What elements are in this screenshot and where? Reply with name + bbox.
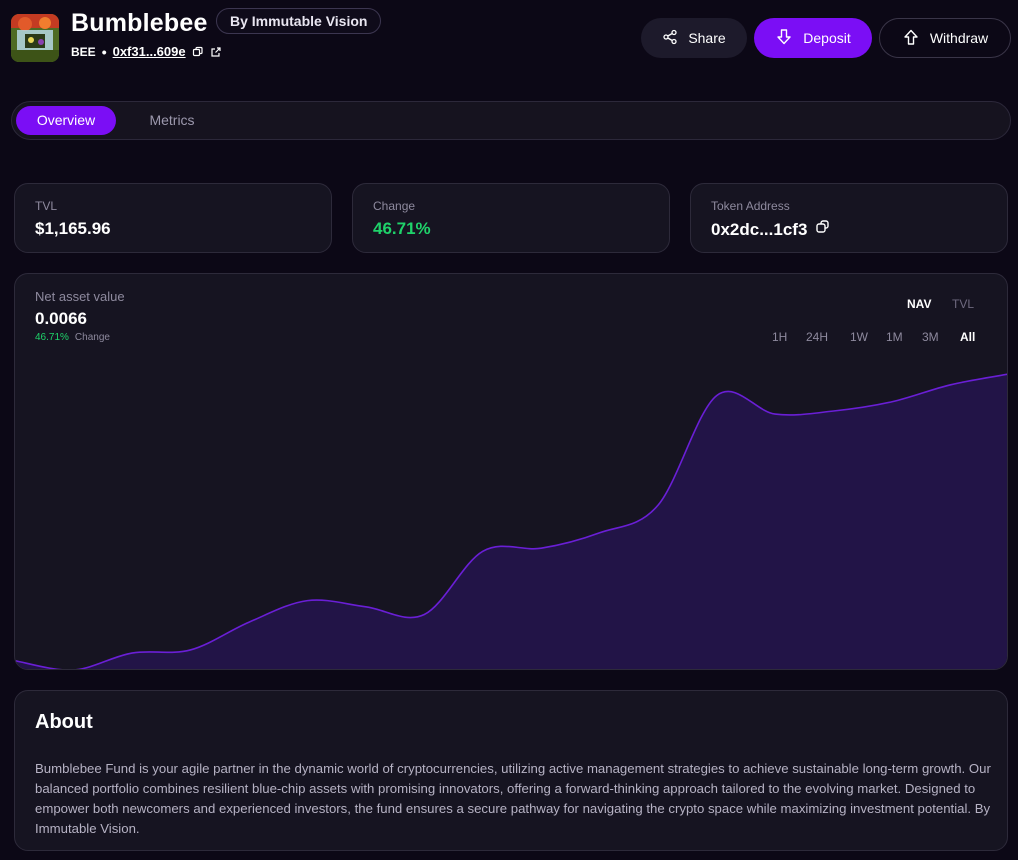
share-icon <box>662 29 678 48</box>
about-title: About <box>35 711 93 733</box>
tab-overview[interactable]: Overview <box>16 106 116 135</box>
fund-title: Bumblebee <box>71 9 208 37</box>
tvl-card: TVL $1,165.96 <box>14 183 332 253</box>
withdraw-button[interactable]: Withdraw <box>879 18 1011 58</box>
change-label: Change <box>373 199 416 213</box>
token-address-label: Token Address <box>711 199 790 213</box>
tab-bar: Overview Metrics <box>11 101 1011 140</box>
range-24h[interactable]: 24H <box>806 330 828 344</box>
chart-label: Net asset value <box>35 289 125 304</box>
chart-value: 0.0066 <box>35 309 87 328</box>
copy-icon[interactable] <box>192 46 204 58</box>
range-all[interactable]: All <box>960 330 975 344</box>
chart-change-label: Change <box>74 332 110 343</box>
change-card: Change 46.71% <box>352 183 670 253</box>
token-address-row: 0x2dc...1cf3 <box>711 219 831 240</box>
nav-chart-panel: Net asset value 0.0066 46.71% Change NAV… <box>14 273 1008 670</box>
token-address-value: 0x2dc...1cf3 <box>711 219 808 239</box>
creator-badge[interactable]: By Immutable Vision <box>216 8 382 34</box>
fund-avatar <box>11 14 59 62</box>
range-1h[interactable]: 1H <box>772 330 787 344</box>
fund-ticker: BEE <box>71 44 96 59</box>
metric-nav-toggle[interactable]: NAV <box>907 297 931 311</box>
separator-dot: • <box>101 43 107 60</box>
range-3m[interactable]: 3M <box>922 330 939 344</box>
tvl-label: TVL <box>35 199 58 213</box>
metric-tvl-toggle[interactable]: TVL <box>952 297 974 311</box>
fund-subline: BEE • 0xf31...609e <box>71 44 222 59</box>
arrow-up-icon <box>902 28 920 49</box>
token-address-card: Token Address 0x2dc...1cf3 <box>690 183 1008 253</box>
nav-area-fill <box>15 374 1007 669</box>
chart-change-value: 46.71% <box>35 332 69 343</box>
withdraw-label: Withdraw <box>929 30 989 46</box>
tvl-value: $1,165.96 <box>35 219 111 238</box>
change-value: 46.71% <box>373 219 431 238</box>
fund-header: Bumblebee By Immutable Vision BEE • 0xf3… <box>11 8 1011 64</box>
tab-metrics[interactable]: Metrics <box>136 106 208 135</box>
about-section: About Bumblebee Fund is your agile partn… <box>14 690 1008 851</box>
arrow-down-icon <box>775 28 793 49</box>
copy-address-icon[interactable] <box>815 219 831 240</box>
share-button[interactable]: Share <box>641 18 747 58</box>
external-link-icon[interactable] <box>210 46 222 58</box>
share-label: Share <box>688 30 726 46</box>
range-1m[interactable]: 1M <box>886 330 903 344</box>
fund-address-link[interactable]: 0xf31...609e <box>113 44 186 59</box>
chart-change: 46.71% Change <box>35 332 110 343</box>
about-text: Bumblebee Fund is your agile partner in … <box>35 761 991 836</box>
range-1w[interactable]: 1W <box>850 330 868 344</box>
deposit-button[interactable]: Deposit <box>754 18 872 58</box>
deposit-label: Deposit <box>803 30 851 46</box>
